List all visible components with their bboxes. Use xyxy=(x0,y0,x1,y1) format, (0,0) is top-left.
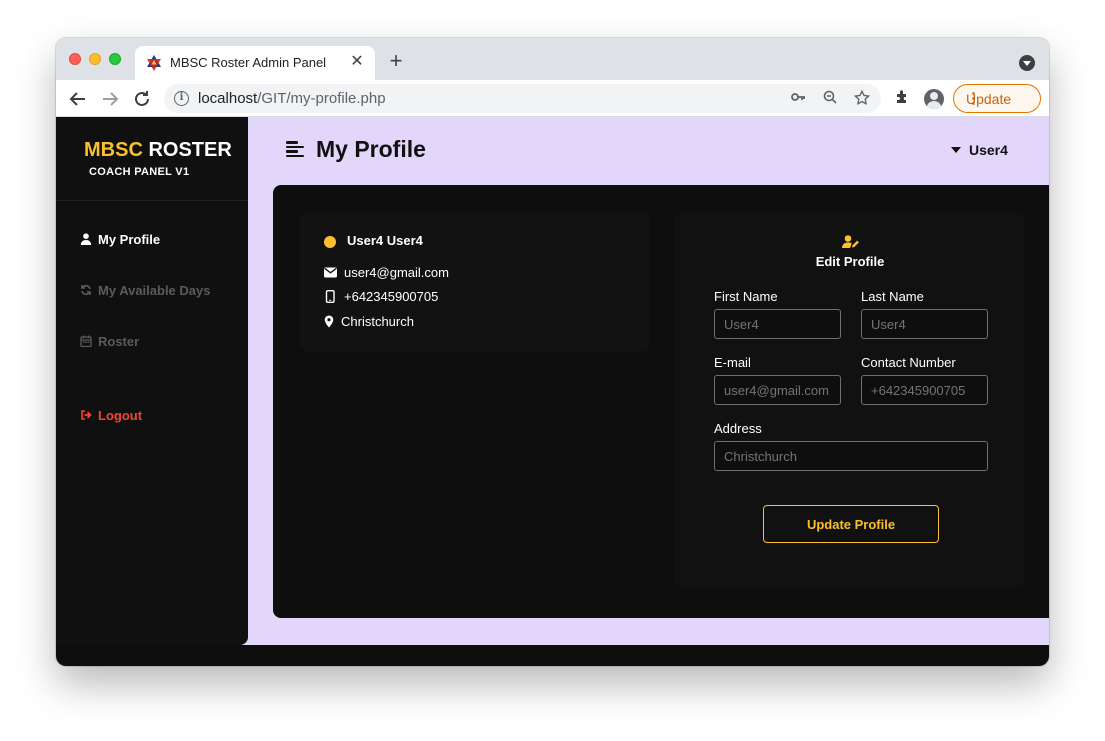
tab-strip: MBSC Roster Admin Panel ✕ + xyxy=(56,38,1049,80)
profile-location-row: Christchurch xyxy=(324,314,414,329)
extensions-puzzle-icon[interactable] xyxy=(892,88,914,110)
profile-phone-row: +642345900705 xyxy=(324,289,438,304)
reload-button[interactable] xyxy=(130,87,154,111)
address-input[interactable] xyxy=(714,441,988,471)
sidebar-toggle-icon[interactable] xyxy=(286,141,304,157)
browser-tab[interactable]: MBSC Roster Admin Panel ✕ xyxy=(135,46,375,80)
profile-email: user4@gmail.com xyxy=(344,265,449,280)
new-tab-button[interactable]: + xyxy=(385,50,407,72)
arrow-right-icon xyxy=(103,92,119,106)
sidebar-item-my-available-days[interactable]: My Available Days xyxy=(80,280,210,300)
sidebar-item-label: Roster xyxy=(98,333,140,349)
sidebar-item-my-profile[interactable]: My Profile xyxy=(80,229,160,249)
profile-phone: +642345900705 xyxy=(344,289,439,304)
user-icon xyxy=(80,233,92,245)
update-profile-button[interactable]: Update Profile xyxy=(763,505,939,543)
page-footer-strip xyxy=(56,645,1049,666)
last-name-label: Last Name xyxy=(861,289,924,304)
url-text[interactable]: localhost/GIT/my-profile.php xyxy=(198,90,386,107)
maximize-window-button[interactable] xyxy=(109,53,121,65)
tab-title: MBSC Roster Admin Panel xyxy=(170,55,327,70)
back-button[interactable] xyxy=(66,87,90,111)
reload-icon xyxy=(135,91,149,106)
profile-name: User4 User4 xyxy=(347,233,423,248)
sidebar-item-logout[interactable]: Logout xyxy=(80,405,142,425)
profile-location: Christchurch xyxy=(341,314,414,329)
user-menu-dropdown[interactable]: User4 xyxy=(951,142,1008,158)
contact-number-input[interactable] xyxy=(861,375,988,405)
refresh-icon xyxy=(81,284,91,296)
calendar-icon xyxy=(80,335,92,347)
address-bar[interactable]: i localhost/GIT/my-profile.php xyxy=(164,84,881,113)
zoom-icon[interactable] xyxy=(820,89,840,109)
tab-close-icon[interactable]: ✕ xyxy=(347,52,367,72)
sidebar: MBSC ROSTER COACH PANEL V1 My Profile My… xyxy=(56,117,248,645)
brand-main: ROSTER xyxy=(148,139,232,161)
user-menu-name: User4 xyxy=(969,142,1008,158)
last-name-input[interactable] xyxy=(861,309,988,339)
bookmark-star-icon[interactable] xyxy=(852,89,872,109)
profile-avatar-icon[interactable] xyxy=(924,89,944,109)
page: MBSC ROSTER COACH PANEL V1 My Profile My… xyxy=(56,117,1049,666)
map-marker-icon xyxy=(324,315,334,328)
email-input[interactable] xyxy=(714,375,841,405)
edit-profile-card: Edit Profile First Name Last Name E-mail… xyxy=(674,212,1024,588)
page-title: My Profile xyxy=(316,136,426,162)
email-label: E-mail xyxy=(714,355,751,370)
forward-button[interactable] xyxy=(98,87,122,111)
browser-update-button[interactable]: Update ⋮ xyxy=(953,84,1041,113)
browser-window: MBSC Roster Admin Panel ✕ + i localhost/… xyxy=(56,38,1049,666)
envelope-icon xyxy=(324,267,337,278)
close-window-button[interactable] xyxy=(69,53,81,65)
status-dot-icon xyxy=(324,236,336,248)
sidebar-item-label: Logout xyxy=(98,407,143,423)
caret-down-icon xyxy=(951,147,961,153)
password-key-icon[interactable] xyxy=(788,89,808,109)
user-edit-icon xyxy=(842,235,859,248)
browser-menu-icon[interactable]: ⋮ xyxy=(966,89,1030,109)
first-name-label: First Name xyxy=(714,289,778,304)
sidebar-item-roster[interactable]: Roster xyxy=(80,331,139,351)
url-path: /GIT/my-profile.php xyxy=(257,90,386,107)
site-info-icon[interactable]: i xyxy=(174,91,189,106)
address-label: Address xyxy=(714,421,762,436)
tab-search-icon[interactable] xyxy=(1019,55,1035,71)
star-of-david-favicon-icon xyxy=(147,55,161,71)
url-host: localhost xyxy=(198,90,258,107)
brand-subtitle: COACH PANEL V1 xyxy=(89,166,190,178)
first-name-input[interactable] xyxy=(714,309,841,339)
edit-profile-title: Edit Profile xyxy=(815,254,885,269)
brand-logo[interactable]: MBSC ROSTER xyxy=(84,139,232,162)
main-panel: User4 User4 user4@gmail.com +64234590070… xyxy=(273,185,1049,618)
browser-toolbar: i localhost/GIT/my-profile.php Update ⋮ xyxy=(56,80,1049,117)
profile-email-row: user4@gmail.com xyxy=(324,265,449,280)
sidebar-divider xyxy=(56,200,248,201)
brand-accent: MBSC xyxy=(84,139,143,161)
contact-number-label: Contact Number xyxy=(861,355,956,370)
mobile-phone-icon xyxy=(325,290,335,303)
arrow-left-icon xyxy=(69,92,85,106)
sidebar-item-label: My Profile xyxy=(98,231,161,247)
profile-info-card: User4 User4 user4@gmail.com +64234590070… xyxy=(300,212,650,352)
minimize-window-button[interactable] xyxy=(89,53,101,65)
logout-icon xyxy=(81,410,92,420)
sidebar-item-label: My Available Days xyxy=(98,282,211,298)
